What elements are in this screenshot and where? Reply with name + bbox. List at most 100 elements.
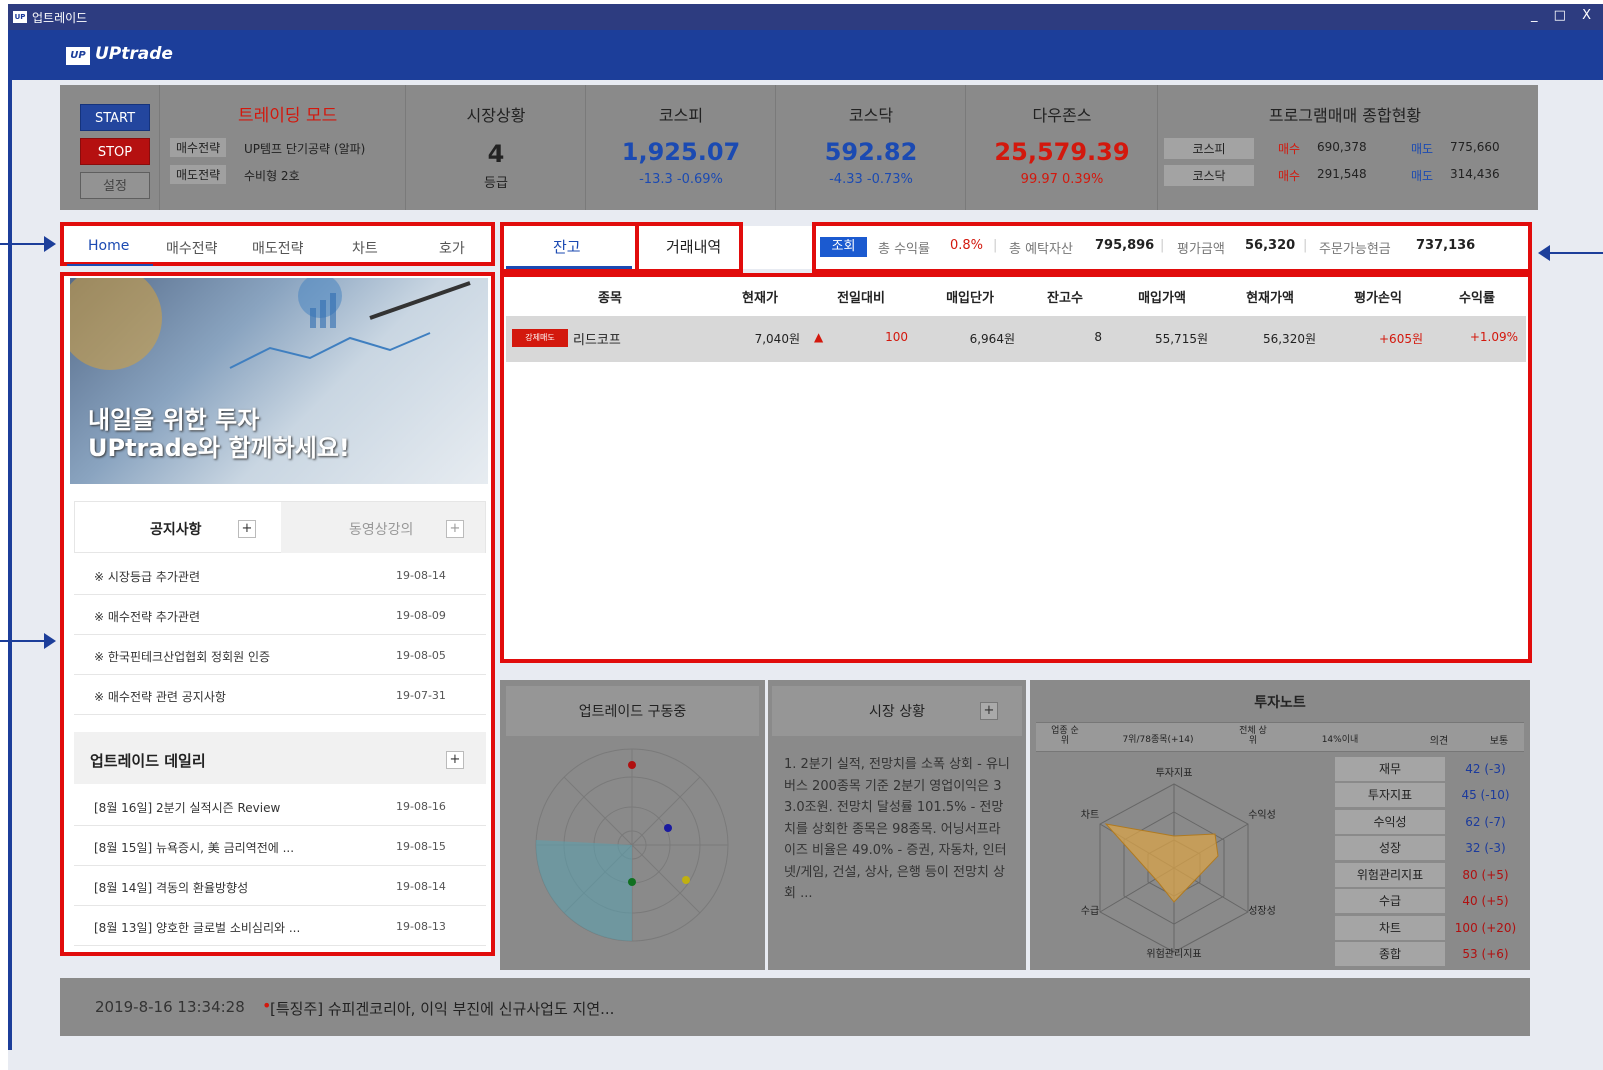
separator: | (1303, 238, 1308, 253)
notice-more-button[interactable]: + (238, 520, 256, 538)
left-tab-bar: Home 매수전략 매도전략 차트 호가 (60, 222, 495, 266)
market-more-button[interactable]: + (980, 702, 998, 720)
program-buy-label: 매수 (1278, 169, 1301, 183)
note-label-chart: 차트 (1335, 916, 1445, 940)
cell-current-amount: 56,320원 (1262, 332, 1316, 346)
dow-change: 99.97 0.39% (1020, 172, 1104, 187)
note-label-supply: 수급 (1335, 889, 1445, 913)
tab-spacer (743, 226, 812, 269)
app-icon: UP (13, 11, 27, 23)
cell-pnl: +605원 (1379, 332, 1423, 346)
note-header-sector-rank: 업종 순위 (1051, 726, 1079, 746)
note-label-finance: 재무 (1335, 757, 1445, 781)
col-header-qty[interactable]: 잔고수 (1038, 287, 1092, 306)
note-label-growth: 성장 (1335, 836, 1445, 860)
col-header-rate[interactable]: 수익률 (1450, 287, 1504, 306)
note-label-profitability: 수익성 (1335, 810, 1445, 834)
daily-row[interactable]: [8월 16일] 2분기 실적시즌 Review 19-08-16 (74, 786, 486, 826)
radar-chart: 투자지표 수익성 성장성 위험관리지표 수급 차트 (1081, 767, 1276, 960)
tab-transactions[interactable]: 거래내역 (666, 236, 721, 257)
tab-balance[interactable]: 잔고 (553, 236, 581, 257)
notice-date: 19-08-14 (396, 569, 446, 582)
tab-video-lecture[interactable]: 동영상강의 (349, 519, 413, 539)
col-header-pnl[interactable]: 평가손익 (1346, 287, 1410, 306)
note-header-overall-value: 14%이내 (1321, 735, 1359, 745)
daily-item-date: 19-08-16 (396, 800, 446, 813)
cell-qty: 8 (1094, 330, 1102, 344)
note-value-profitability: 62 (-7) (1465, 815, 1506, 829)
separator: | (993, 238, 998, 253)
col-header-buy-price[interactable]: 매입단가 (938, 287, 1002, 306)
kospi-value: 1,925.07 (621, 138, 741, 166)
program-sell-label: 매도 (1411, 169, 1434, 183)
banner-line-2: UPtrade와 함께하세요! (88, 434, 350, 462)
daily-more-button[interactable]: + (446, 751, 464, 769)
notice-row[interactable]: ※ 한국핀테크산업협회 정회원 인증 19-08-05 (74, 635, 486, 675)
kospi-change: -13.3 -0.69% (639, 172, 723, 187)
daily-item-title: [8월 14일] 격동의 환율방향성 (94, 881, 249, 895)
cell-buy-price: 6,964원 (969, 332, 1015, 346)
news-timestamp: 2019-8-16 13:34:28 (95, 998, 245, 1016)
video-more-button[interactable]: + (446, 520, 464, 538)
col-header-price[interactable]: 현재가 (730, 287, 790, 306)
annotation-arrow-summary (1550, 252, 1603, 254)
window-controls[interactable]: _ □ X (1531, 8, 1597, 23)
tab-orderbook[interactable]: 호가 (439, 238, 465, 258)
note-value-investment: 45 (-10) (1461, 788, 1510, 802)
program-sell-value: 775,660 (1450, 140, 1500, 154)
radar-label-profitability: 수익성 (1248, 809, 1276, 821)
notice-row[interactable]: ※ 매수전략 관련 공지사항 19-07-31 (74, 675, 486, 715)
col-header-stock[interactable]: 종목 (580, 287, 640, 306)
note-header-opinion-value: 보통 (1489, 736, 1509, 747)
kosdaq-title: 코스닥 (848, 106, 894, 125)
market-status-title: 시장상황 (466, 106, 526, 125)
kosdaq-value: 592.82 (824, 138, 918, 166)
market-commentary: 1. 2분기 실적, 전망치를 소폭 상회 - 유니버스 200종목 기준 2분… (784, 757, 1010, 901)
total-profit-label: 총 수익률 (878, 242, 930, 257)
stop-button[interactable]: STOP (80, 138, 150, 165)
daily-row[interactable]: [8월 13일] 양호한 글로벌 소비심리와 ... 19-08-13 (74, 906, 486, 946)
kospi-title: 코스피 (658, 106, 704, 125)
daily-row[interactable]: [8월 14일] 격동의 환율방향성 19-08-14 (74, 866, 486, 906)
start-button[interactable]: START (80, 104, 150, 131)
buy-strategy-label: 매수전략 (170, 138, 227, 157)
note-value-supply: 40 (+5) (1462, 894, 1509, 908)
radar-label-risk: 위험관리지표 (1146, 947, 1201, 960)
available-cash-label: 주문가능현금 (1319, 242, 1391, 257)
program-buy-value: 690,378 (1317, 140, 1367, 154)
tab-chart[interactable]: 차트 (352, 238, 378, 258)
daily-item-title: [8월 13일] 양호한 글로벌 소비심리와 ... (94, 921, 301, 935)
note-value-finance: 42 (-3) (1465, 762, 1506, 776)
notice-date: 19-08-09 (396, 609, 446, 622)
col-header-change[interactable]: 전일대비 (828, 287, 894, 306)
note-label-risk: 위험관리지표 (1335, 863, 1445, 887)
arrow-head-right-icon (44, 633, 56, 649)
note-header-overall: 전체 상위 (1239, 726, 1267, 746)
tab-buy-strategy[interactable]: 매수전략 (166, 238, 218, 258)
dow-value: 25,579.39 (994, 138, 1130, 166)
query-button[interactable]: 조회 (820, 237, 867, 257)
col-header-buy-amount[interactable]: 매입가액 (1130, 287, 1194, 306)
promo-banner[interactable]: 내일을 위한 투자 UPtrade와 함께하세요! (70, 278, 488, 484)
daily-row[interactable]: [8월 15일] 뉴욕증시, 美 금리역전에 ... 19-08-15 (74, 826, 486, 866)
notice-row[interactable]: ※ 매수전략 추가관련 19-08-09 (74, 595, 486, 635)
settings-button[interactable]: 설정 (80, 172, 150, 199)
separator: | (1160, 238, 1165, 253)
buy-strategy-value: UP템프 단기공략 (알파) (244, 142, 366, 156)
daily-item-title: [8월 15일] 뉴욕증시, 美 금리역전에 ... (94, 841, 295, 855)
tab-notice[interactable]: 공지사항 (150, 519, 202, 539)
daily-item-title: [8월 16일] 2분기 실적시즌 Review (94, 801, 281, 815)
active-tab-underline (67, 264, 153, 266)
note-value-chart: 100 (+20) (1454, 921, 1517, 935)
tab-sell-strategy[interactable]: 매도전략 (252, 238, 304, 258)
total-assets-value: 795,896 (1095, 238, 1155, 253)
program-row-market: 코스피 (1164, 138, 1254, 159)
app-header: UP UPtrade (8, 30, 1603, 80)
radar-label-supply: 수급 (1081, 905, 1099, 917)
cell-buy-amount: 55,715원 (1154, 332, 1208, 346)
news-headline[interactable]: [특징주] 슈피겐코리아, 이익 부진에 신규사업도 지연... (270, 998, 614, 1019)
tab-home[interactable]: Home (88, 238, 129, 254)
col-header-current-amount[interactable]: 현재가액 (1238, 287, 1302, 306)
notice-row[interactable]: ※ 시장등급 추가관련 19-08-14 (74, 555, 486, 595)
notice-title: ※ 한국핀테크산업협회 정회원 인증 (94, 650, 271, 664)
